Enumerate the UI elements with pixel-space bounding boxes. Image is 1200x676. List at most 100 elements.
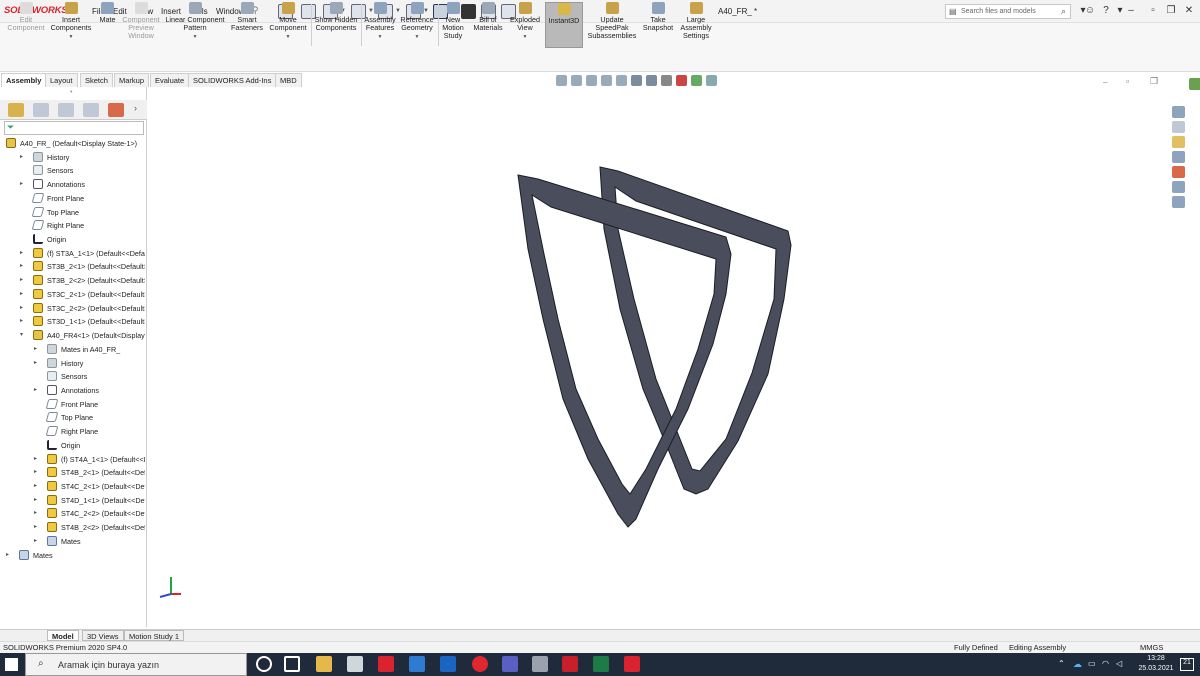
chevron-right-icon[interactable]: ▸ xyxy=(6,551,9,558)
property-manager-tab-icon[interactable] xyxy=(33,103,49,117)
section-view-icon[interactable] xyxy=(601,75,612,86)
tab-model[interactable]: Model xyxy=(47,630,79,641)
chevron-right-icon[interactable]: ▸ xyxy=(20,249,23,256)
tree-item[interactable]: ▸ History xyxy=(0,151,145,165)
chevron-right-icon[interactable]: ▸ xyxy=(34,482,37,489)
zoom-to-fit-icon[interactable] xyxy=(556,75,567,86)
onedrive-icon[interactable]: ☁ xyxy=(1073,659,1082,670)
edit-component-button[interactable]: Edit Component xyxy=(3,2,49,48)
solidworks-resources-icon[interactable] xyxy=(1172,106,1185,118)
dynamic-annotation-icon[interactable] xyxy=(616,75,627,86)
move-component-button[interactable]: Move Component ▼ xyxy=(266,2,310,48)
previous-view-icon[interactable] xyxy=(586,75,597,86)
taskbar-clock[interactable]: 13:28 25.03.2021 xyxy=(1138,654,1174,674)
tree-item[interactable]: Sensors xyxy=(0,370,145,384)
graphics-area[interactable] xyxy=(148,89,1166,627)
tree-item[interactable]: ▾ A40_FR4<1> (Default<Display Stat xyxy=(0,329,145,343)
chevron-up-icon[interactable]: ⌃ xyxy=(1058,659,1065,668)
insert-components-button[interactable]: Insert Components ▼ xyxy=(47,2,95,48)
autocad-icon[interactable] xyxy=(378,656,394,672)
reference-geometry-button[interactable]: Reference Geometry ▼ xyxy=(398,2,436,48)
speaker-icon[interactable]: ◁ xyxy=(1116,659,1122,668)
opera-icon[interactable] xyxy=(472,656,488,672)
tree-item[interactable]: Sensors xyxy=(0,164,145,178)
tree-item[interactable]: ▸ ST4B_2<2> (Default<<Defaul xyxy=(0,521,145,535)
tab-motion-study[interactable]: Motion Study 1 xyxy=(124,630,185,641)
solidworks-taskbar-icon[interactable] xyxy=(562,656,578,672)
tree-item[interactable]: ▸ ST3B_2<2> (Default<<Default>_D xyxy=(0,274,145,288)
tree-item[interactable]: ▸ ST4C_2<1> (Default<<Defaul xyxy=(0,480,145,494)
tree-item[interactable]: ▸ ST3C_2<1> (Default<<Default>_D xyxy=(0,288,145,302)
app-icon[interactable] xyxy=(532,656,548,672)
tab-markup[interactable]: Markup xyxy=(114,73,150,87)
tree-item[interactable]: Origin xyxy=(0,233,145,247)
linear-pattern-button[interactable]: Linear Component Pattern ▼ xyxy=(162,2,228,48)
tree-item[interactable]: ▸ (f) ST3A_1<1> (Default<<Default> xyxy=(0,247,145,261)
tree-item[interactable]: ▸ History xyxy=(0,357,145,371)
file-explorer-icon[interactable] xyxy=(1172,136,1185,148)
chevron-right-icon[interactable]: ▸ xyxy=(20,304,23,311)
calculator-icon[interactable] xyxy=(347,656,363,672)
search-input[interactable]: ▤ Search files and models ⌕ xyxy=(945,4,1071,19)
tree-item[interactable]: ▸ Annotations xyxy=(0,384,145,398)
tab-layout[interactable]: Layout xyxy=(45,73,78,87)
solidworks-forum-icon[interactable] xyxy=(1172,196,1185,208)
taskbar-search-input[interactable]: ⌕ Aramak için buraya yazın xyxy=(25,653,247,676)
view-orientation-icon[interactable] xyxy=(631,75,642,86)
task-view-icon[interactable] xyxy=(284,656,300,672)
chevron-right-icon[interactable]: ▸ xyxy=(34,537,37,544)
tree-item[interactable]: ▸ (f) ST4A_1<1> (Default<<Def xyxy=(0,453,145,467)
tree-item[interactable]: Right Plane xyxy=(0,219,145,233)
large-assembly-settings-button[interactable]: Large Assembly Settings xyxy=(678,2,714,48)
view-palette-icon[interactable] xyxy=(1172,151,1185,163)
minimize-icon[interactable]: ⎯ xyxy=(1103,77,1108,88)
zoom-area-icon[interactable] xyxy=(571,75,582,86)
chevron-right-icon[interactable]: ▸ xyxy=(20,317,23,324)
dimxpert-tab-icon[interactable] xyxy=(83,103,99,117)
chevron-right-icon[interactable]: ▸ xyxy=(34,496,37,503)
smart-fasteners-button[interactable]: Smart Fasteners xyxy=(228,2,266,48)
tree-item[interactable]: Front Plane xyxy=(0,192,145,206)
chevron-right-icon[interactable]: ▸ xyxy=(34,359,37,366)
tree-filter-input[interactable]: ⏷ xyxy=(4,121,144,135)
restore-icon[interactable]: ❐ xyxy=(1164,5,1178,18)
edit-appearance-icon[interactable] xyxy=(676,75,687,86)
display-style-icon[interactable] xyxy=(646,75,657,86)
new-motion-study-button[interactable]: New Motion Study xyxy=(439,2,467,48)
tab-mbd[interactable]: MBD xyxy=(275,73,302,87)
chevron-right-icon[interactable]: ▸ xyxy=(20,276,23,283)
feature-tree-tab-icon[interactable] xyxy=(8,103,24,117)
tree-item[interactable]: ▸ Mates xyxy=(0,549,145,563)
chevron-right-icon[interactable]: ▸ xyxy=(34,468,37,475)
tree-item[interactable]: ▸ ST3B_2<1> (Default<<Default>_D xyxy=(0,260,145,274)
teamviewer-icon[interactable] xyxy=(409,656,425,672)
custom-properties-icon[interactable] xyxy=(1172,181,1185,193)
tab-sketch[interactable]: Sketch xyxy=(80,73,113,87)
chevron-down-icon[interactable]: ▾ xyxy=(20,331,23,338)
chevron-right-icon[interactable]: ▸ xyxy=(34,523,37,530)
tree-item[interactable]: ▸ Annotations xyxy=(0,178,145,192)
magnifier-icon[interactable]: ⌕ xyxy=(1061,6,1066,17)
outlook-icon[interactable] xyxy=(440,656,456,672)
display-manager-tab-icon[interactable] xyxy=(108,103,124,117)
take-snapshot-button[interactable]: Take Snapshot xyxy=(640,2,676,48)
file-explorer-icon[interactable] xyxy=(316,656,332,672)
tree-item[interactable]: Top Plane xyxy=(0,206,145,220)
tree-item[interactable]: ▸ Mates in A40_FR_ xyxy=(0,343,145,357)
exploded-view-button[interactable]: Exploded View ▼ xyxy=(508,2,542,48)
update-speedpak-button[interactable]: Update SpeedPak Subassemblies xyxy=(586,2,638,48)
acrobat-icon[interactable] xyxy=(624,656,640,672)
tab-evaluate[interactable]: Evaluate xyxy=(150,73,190,87)
chevron-right-icon[interactable]: ▸ xyxy=(34,386,37,393)
user-icon[interactable]: ☺ xyxy=(1083,5,1097,18)
tree-item[interactable]: A40_FR_ (Default<Display State-1>) xyxy=(0,137,145,151)
view-settings-icon[interactable] xyxy=(706,75,717,86)
instant3d-button[interactable]: Instant3D xyxy=(545,2,583,48)
hide-show-icon[interactable] xyxy=(661,75,672,86)
tree-item[interactable]: Top Plane xyxy=(0,411,145,425)
restore-icon[interactable]: ❐ xyxy=(1150,76,1158,87)
appearance-icon[interactable] xyxy=(1189,78,1200,90)
tree-item[interactable]: ▸ ST4D_1<1> (Default<<Defaul xyxy=(0,494,145,508)
tree-item[interactable]: ▸ ST3C_2<2> (Default<<Default>_D xyxy=(0,302,145,316)
chevron-right-icon[interactable]: ▸ xyxy=(20,290,23,297)
